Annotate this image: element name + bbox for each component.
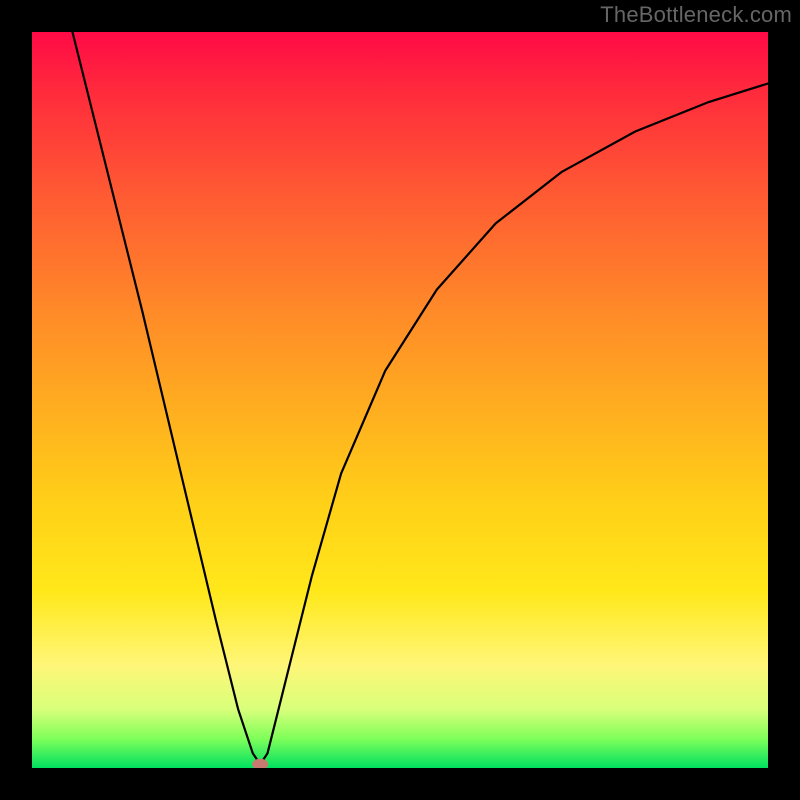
optimal-point-marker — [252, 759, 268, 768]
chart-svg — [32, 32, 768, 768]
plot-area — [32, 32, 768, 768]
watermark-text: TheBottleneck.com — [600, 2, 792, 28]
bottleneck-curve — [69, 32, 768, 764]
chart-frame: TheBottleneck.com — [0, 0, 800, 800]
